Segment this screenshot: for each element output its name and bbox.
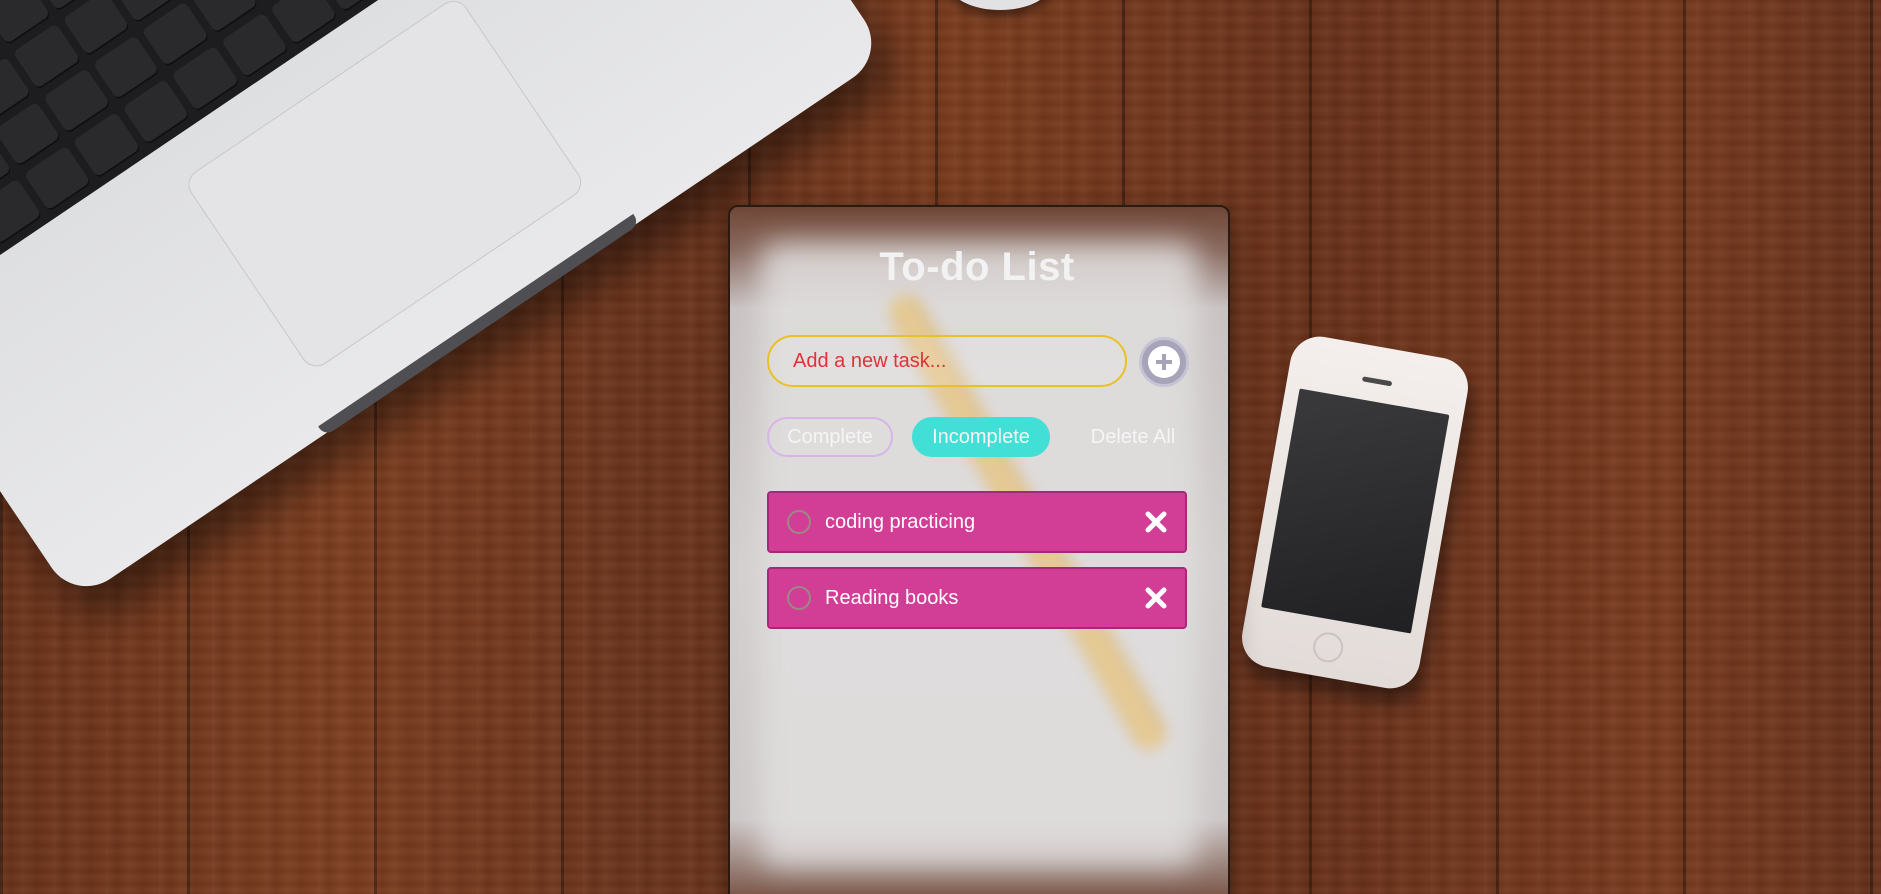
new-task-input[interactable] [767,335,1127,387]
filter-complete-button[interactable]: Complete [767,417,893,457]
delete-all-button[interactable]: Delete All [1065,417,1201,457]
task-item: Reading books [767,567,1187,629]
add-task-button[interactable] [1139,337,1189,387]
task-item: coding practicing [767,491,1187,553]
desk-background: To-do List Complete Incomplete Delete Al… [0,0,1881,894]
filter-incomplete-button[interactable]: Incomplete [912,417,1050,457]
task-checkbox[interactable] [787,510,811,534]
phone-photo [1237,331,1473,694]
plus-circle-icon [1148,346,1180,378]
task-label: coding practicing [825,510,976,533]
mouse-photo [950,0,1050,10]
todo-card: To-do List Complete Incomplete Delete Al… [728,205,1230,894]
phone-home-button [1310,630,1346,665]
close-icon[interactable] [1141,507,1171,537]
phone-screen [1261,388,1450,634]
task-label: Reading books [825,586,959,609]
task-checkbox[interactable] [787,586,811,610]
close-icon[interactable] [1141,583,1171,613]
page-title: To-do List [879,245,1075,289]
